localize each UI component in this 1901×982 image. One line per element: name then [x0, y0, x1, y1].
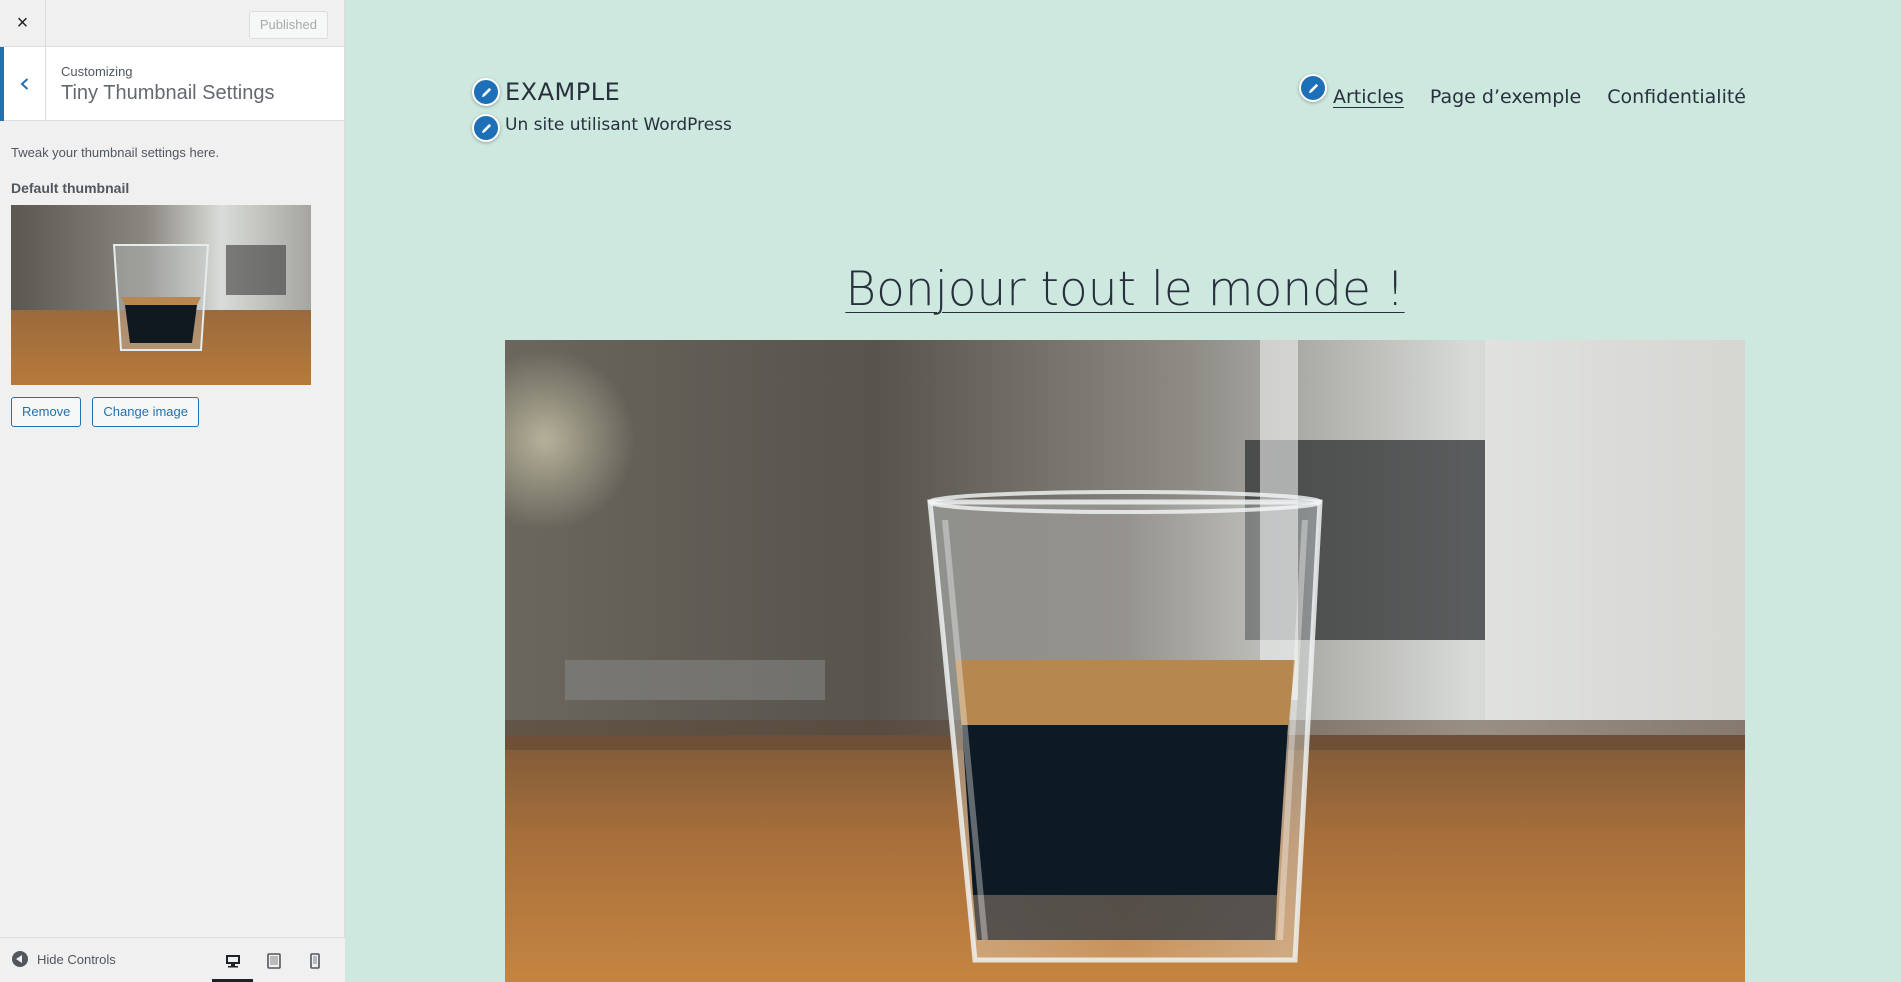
tablet-preview-button[interactable] — [253, 938, 294, 982]
post-title: Bonjour tout le monde ! — [505, 262, 1745, 317]
desktop-icon — [225, 954, 240, 967]
publish-button[interactable]: Published — [248, 11, 328, 39]
section-header: Customizing Tiny Thumbnail Settings — [0, 47, 344, 121]
remove-image-button[interactable]: Remove — [11, 397, 82, 427]
pencil-icon — [481, 123, 491, 133]
post-title-link[interactable]: Bonjour tout le monde ! — [845, 262, 1404, 317]
pencil-icon — [481, 87, 491, 97]
chevron-left-icon — [20, 78, 28, 90]
customizer-sidebar: × Published Customizing Tiny Thumbnail S… — [0, 0, 345, 982]
edit-menu-button[interactable] — [1299, 74, 1327, 102]
site-title[interactable]: EXAMPLE — [505, 78, 620, 106]
hide-controls-button[interactable]: Hide Controls — [12, 951, 116, 967]
close-icon: × — [16, 11, 29, 34]
breadcrumb: Customizing — [61, 64, 133, 79]
nav-item-sample-page[interactable]: Page d’exemple — [1430, 86, 1581, 108]
coffee-glass-photo — [505, 340, 1745, 982]
desktop-preview-button[interactable] — [212, 938, 253, 982]
site-tagline: Un site utilisant WordPress — [505, 115, 732, 135]
coffee-glass-image — [11, 205, 311, 385]
collapse-icon — [12, 951, 28, 967]
customizer-footer: Hide Controls — [0, 937, 345, 982]
site-preview: EXAMPLE Un site utilisant WordPress Arti… — [345, 0, 1901, 982]
primary-menu: Articles Page d’exemple Confidentialité — [1333, 86, 1746, 108]
edit-tagline-button[interactable] — [472, 114, 500, 142]
control-label: Default thumbnail — [11, 180, 130, 196]
device-switcher — [212, 938, 335, 982]
hide-controls-label: Hide Controls — [37, 951, 116, 967]
mobile-icon — [309, 952, 320, 969]
thumbnail-preview[interactable] — [11, 205, 311, 385]
edit-site-title-button[interactable] — [472, 78, 500, 106]
section-panel: Tweak your thumbnail settings here. Defa… — [0, 145, 344, 427]
section-description: Tweak your thumbnail settings here. — [11, 145, 220, 160]
close-customizer-button[interactable]: × — [0, 0, 46, 46]
tablet-icon — [266, 952, 281, 969]
back-button[interactable] — [0, 47, 46, 121]
pencil-icon — [1308, 83, 1318, 93]
nav-item-articles[interactable]: Articles — [1333, 86, 1404, 108]
change-image-button[interactable]: Change image — [92, 397, 199, 427]
featured-image — [505, 340, 1745, 982]
customizer-header: × Published — [0, 0, 344, 47]
mobile-preview-button[interactable] — [294, 938, 335, 982]
section-title: Tiny Thumbnail Settings — [61, 82, 275, 104]
nav-item-privacy[interactable]: Confidentialité — [1607, 86, 1746, 108]
